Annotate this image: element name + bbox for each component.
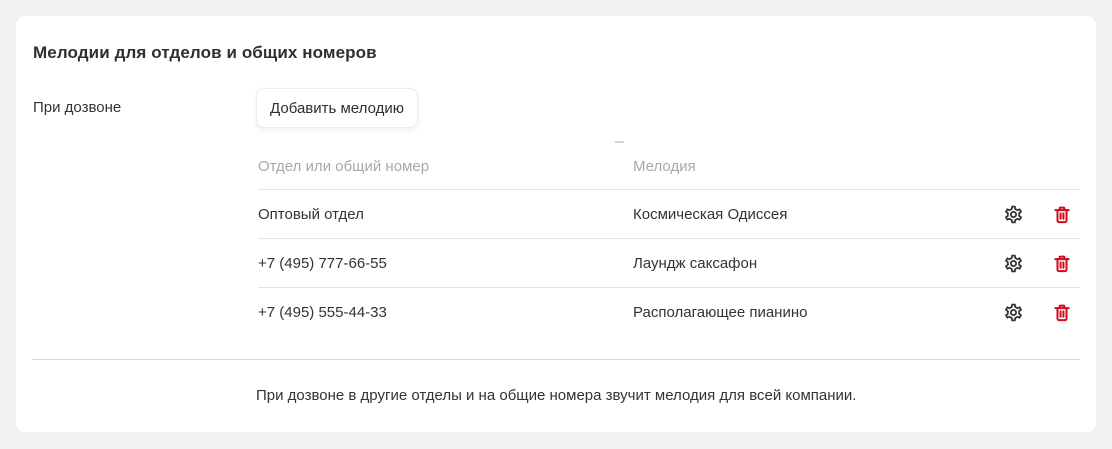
melody-cell: Космическая Одиссея bbox=[633, 206, 988, 223]
melody-cell: Располагающее пианино bbox=[633, 304, 988, 321]
row-settings-button[interactable] bbox=[996, 295, 1031, 330]
melodies-card: Мелодии для отделов и общих номеров При … bbox=[16, 16, 1096, 432]
table-row: +7 (495) 555-44-33 Располагающее пианино bbox=[258, 288, 1080, 337]
department-cell: +7 (495) 777-66-55 bbox=[258, 255, 633, 272]
trash-icon bbox=[1052, 302, 1072, 323]
dial-mode-label: При дозвоне bbox=[33, 100, 121, 115]
section-divider bbox=[32, 359, 1080, 360]
row-delete-button[interactable] bbox=[1044, 197, 1079, 232]
row-actions bbox=[988, 246, 1080, 281]
row-actions bbox=[988, 197, 1080, 232]
row-delete-button[interactable] bbox=[1044, 295, 1079, 330]
row-settings-button[interactable] bbox=[996, 197, 1031, 232]
trash-icon bbox=[1052, 253, 1072, 274]
page-title: Мелодии для отделов и общих номеров bbox=[33, 43, 377, 63]
row-actions bbox=[988, 295, 1080, 330]
trash-icon bbox=[1052, 204, 1072, 225]
gear-icon bbox=[1003, 253, 1024, 274]
department-cell: +7 (495) 555-44-33 bbox=[258, 304, 633, 321]
row-settings-button[interactable] bbox=[996, 246, 1031, 281]
add-melody-button[interactable]: Добавить мелодию bbox=[256, 88, 418, 128]
melodies-table: Отдел или общий номер Мелодия Оптовый от… bbox=[258, 144, 1080, 337]
department-cell: Оптовый отдел bbox=[258, 206, 633, 223]
column-header-melody: Мелодия bbox=[633, 158, 988, 175]
table-row: +7 (495) 777-66-55 Лаундж саксафон bbox=[258, 239, 1080, 288]
column-header-department: Отдел или общий номер bbox=[258, 158, 633, 175]
table-row: Оптовый отдел Космическая Одиссея bbox=[258, 190, 1080, 239]
row-delete-button[interactable] bbox=[1044, 246, 1079, 281]
placeholder-dash bbox=[615, 141, 624, 143]
table-header-row: Отдел или общий номер Мелодия bbox=[258, 144, 1080, 190]
melody-cell: Лаундж саксафон bbox=[633, 255, 988, 272]
footer-note: При дозвоне в другие отделы и на общие н… bbox=[256, 387, 856, 405]
gear-icon bbox=[1003, 302, 1024, 323]
gear-icon bbox=[1003, 204, 1024, 225]
